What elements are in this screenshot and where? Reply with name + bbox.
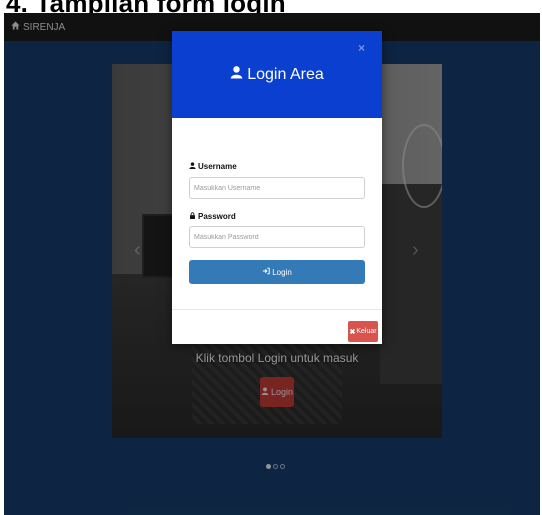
username-label-text: Username [198, 162, 237, 171]
sign-in-icon [262, 267, 270, 277]
password-label-text: Password [198, 212, 236, 221]
app-screen: SIRENJA ‹ › Klik tombol Login untuk masu… [4, 13, 540, 515]
keluar-button-label: Keluar [356, 328, 377, 335]
login-button[interactable]: Login [189, 260, 365, 284]
close-icon: ✖ [349, 328, 356, 336]
password-label: Password [189, 212, 236, 221]
login-button-label: Login [272, 267, 292, 277]
modal-header: Login Area × [172, 31, 382, 118]
username-input[interactable] [189, 177, 365, 199]
username-label: Username [189, 162, 237, 171]
user-icon [230, 65, 243, 84]
modal-footer-divider [172, 309, 382, 310]
keluar-button[interactable]: ✖ Keluar [348, 321, 378, 342]
login-modal: Login Area × Username Password Login [172, 31, 382, 344]
modal-title-text: Login Area [247, 65, 324, 83]
close-icon[interactable]: × [358, 41, 365, 55]
lock-icon [189, 212, 196, 221]
modal-title: Login Area [172, 65, 382, 84]
password-input[interactable] [189, 226, 365, 248]
user-icon [189, 162, 196, 171]
